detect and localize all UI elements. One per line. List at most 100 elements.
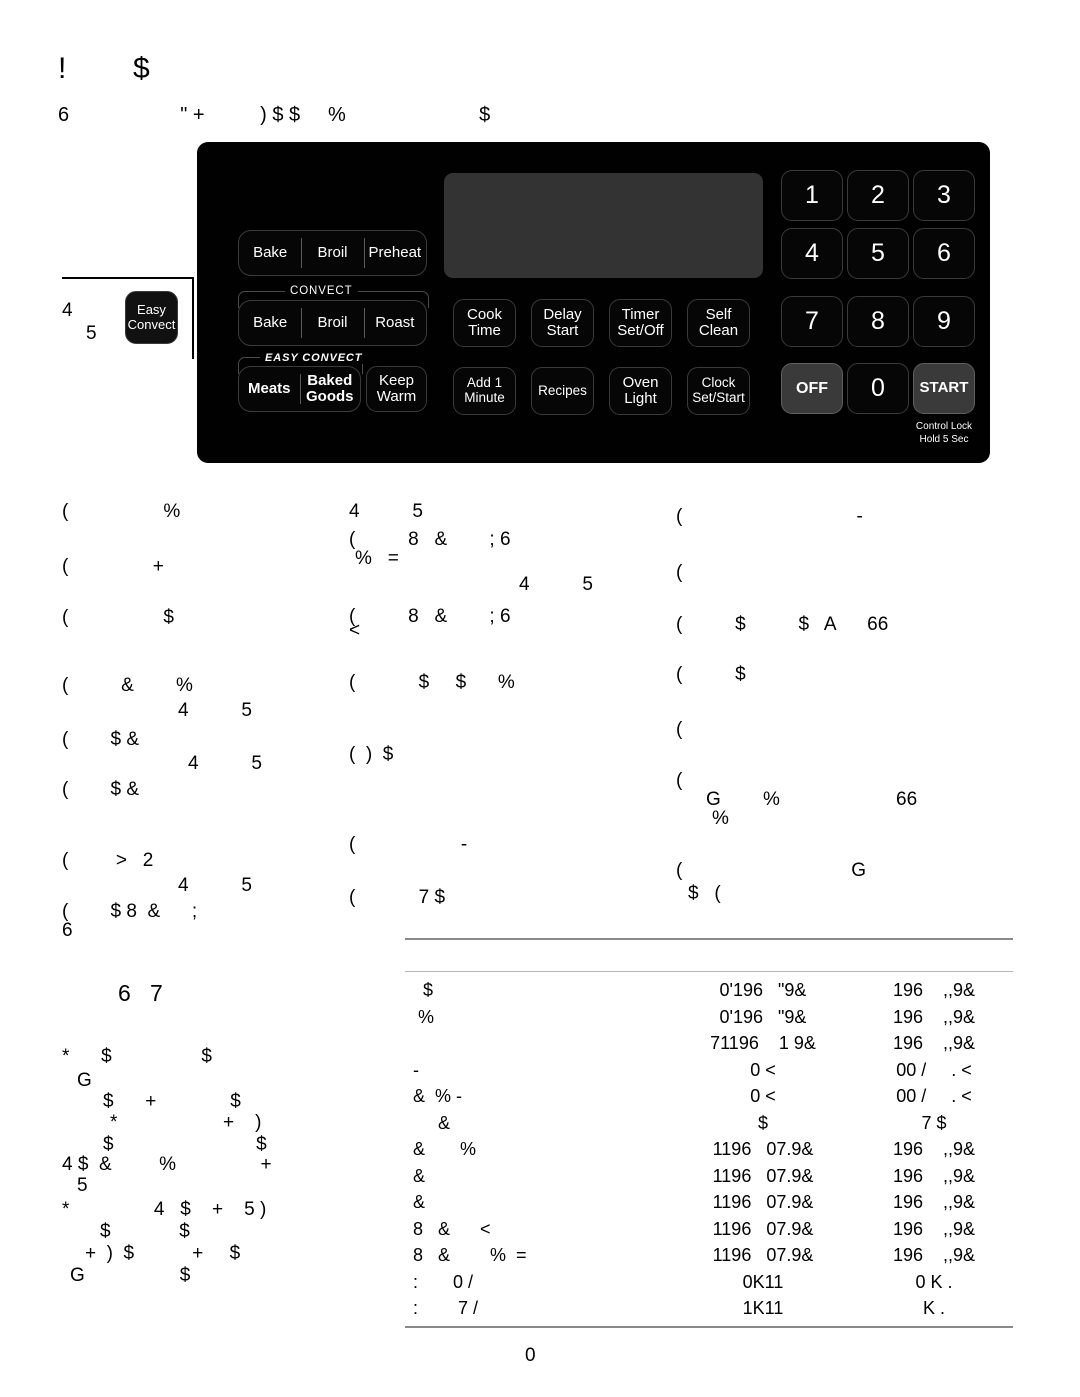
right-text-line-8: ( G [676,860,867,881]
left-text-line-2: ( $ [62,607,174,628]
middle-text-line-5: < [349,620,361,641]
keypad-1[interactable]: 1 [781,170,843,221]
table-cell-col1: : 7 / [413,1298,479,1318]
table-row: 8 & % = 1196 07.9& 196 ,,9& [405,1245,1013,1271]
add-1-minute-button[interactable]: Add 1 Minute [453,367,516,415]
left-text-line-11: 6 [62,920,73,941]
left-text-line-9: 4 5 [178,875,252,896]
middle-text-line-8: ( - [349,834,468,855]
keep-warm-button[interactable]: Keep Warm [366,366,427,412]
keypad-5[interactable]: 5 [847,228,909,279]
middle-text-line-9: ( 7 $ [349,887,446,908]
table-row: & % 1196 07.9& 196 ,,9& [405,1139,1013,1165]
table-row: $0'196 "9& 196 ,,9& [405,980,1013,1006]
clock-set-start-button[interactable]: Clock Set/Start [687,367,750,415]
table-cell-col3: 196 ,,9& [892,1139,976,1159]
keypad-2[interactable]: 2 [847,170,909,221]
broil-button[interactable]: Broil [301,231,363,275]
bottom-left-text-line-2: $ + $ [103,1091,241,1112]
control-lock-note: Control Lock Hold 5 Sec [915,421,973,445]
page-subtitle: 6 " + ) $ $ % $ [58,104,491,126]
table-cell-col2: 0'196 "9& [719,980,807,1000]
table-cell-col1: & [413,1192,426,1212]
right-text-line-1: ( [676,562,683,583]
right-text-line-2: ( $ $ A 66 [676,614,889,635]
callout-vertical-rule [192,277,194,359]
table-cell-col3: 196 ,,9& [892,1006,976,1027]
table-cell-col1: % [413,1006,435,1027]
left-text-line-6: 4 5 [188,753,262,774]
table-row: 71196 1 9& 196 ,,9& [405,1033,1013,1059]
table-cell-col1: - [413,1059,419,1080]
oven-light-button[interactable]: Oven Light [609,367,672,415]
bottom-left-text-line-7: * 4 $ + 5 ) [62,1199,267,1220]
table-cell-col2: 0K11 [742,1271,784,1292]
table-cell-col2: 1196 07.9& [712,1192,814,1212]
recipes-button[interactable]: Recipes [531,367,594,415]
middle-text-line-7: ( ) $ [349,744,394,765]
easy-convect-button[interactable]: Easy Convect [125,291,178,344]
table-cell-col1: & % [413,1139,477,1159]
table-cell-col1: $ [413,980,434,1000]
keypad-7[interactable]: 7 [781,296,843,347]
table-cell-col1: & % - [413,1086,463,1106]
timer-set-off-button[interactable]: Timer Set/Off [609,299,672,347]
left-text-line-3: ( & % [62,675,193,696]
keypad-4[interactable]: 4 [781,228,843,279]
bottom-left-text-line-5: 4 $ & % + [62,1154,272,1175]
bake-button[interactable]: Bake [239,231,301,275]
table-cell-col1: & [413,1112,451,1133]
table-cell-col1: 8 & < [413,1218,491,1239]
bottom-left-text-line-1: G [77,1070,92,1091]
table-cell-col2: 1196 07.9& [712,1139,814,1159]
table-row: & 1196 07.9& 196 ,,9& [405,1166,1013,1192]
bottom-left-text-line-3: * + ) [110,1112,262,1133]
keypad-8[interactable]: 8 [847,296,909,347]
display-screen [444,173,763,278]
middle-text-line-1: ( 8 & ; 6 [349,529,511,550]
table-cell-col3: 196 ,,9& [892,1192,976,1212]
table-row: & % - 0 < 00 / . < [405,1086,1013,1112]
table-cell-col3: 196 ,,9& [892,1033,976,1053]
keypad-6[interactable]: 6 [913,228,975,279]
start-button[interactable]: START [913,363,975,414]
table-cell-col3: 00 / . < [896,1059,972,1080]
left-text-line-8: ( > 2 [62,850,154,871]
table-row: & 1196 07.9& 196 ,,9& [405,1192,1013,1218]
keypad-9[interactable]: 9 [913,296,975,347]
bottom-left-text-line-6: 5 [77,1175,88,1196]
callout-marker-a: 4 [62,300,73,321]
table-cell-col3: 00 / . < [896,1086,972,1106]
table-cell-col1: & [413,1165,426,1186]
table-cell-col2: 1K11 [742,1298,784,1318]
right-text-line-6: G % 66 [706,789,918,810]
right-text-line-9: $ ( [688,883,721,904]
right-text-line-7: % [712,808,729,829]
convect-group-label: CONVECT [285,285,358,297]
left-text-line-10: ( $ 8 & ; [62,901,198,922]
oven-control-panel: Bake Broil Preheat CONVECT Bake Broil Ro… [197,142,990,463]
left-text-line-7: ( $ & [62,779,140,800]
callout-horizontal-rule [62,277,194,279]
off-button[interactable]: OFF [781,363,843,414]
left-text-line-5: ( $ & [62,729,140,750]
self-clean-button[interactable]: Self Clean [687,299,750,347]
table-cell-col3: 196 ,,9& [892,1165,976,1186]
bottom-left-text-line-0: * $ $ [62,1046,212,1067]
bottom-left-text-line-8: $ $ [100,1221,190,1242]
cook-time-button[interactable]: Cook Time [453,299,516,347]
table-cell-col1: : 0 / [413,1271,474,1292]
table-cell-col2: $ [757,1112,768,1133]
table-cell-col3: K . [922,1298,945,1318]
bottom-left-text-line-9: + ) $ + $ [85,1243,241,1264]
keypad-0[interactable]: 0 [847,363,909,414]
left-text-line-4: 4 5 [178,700,252,721]
delay-start-button[interactable]: Delay Start [531,299,594,347]
keypad-3[interactable]: 3 [913,170,975,221]
table-rule-bottom [405,1326,1013,1328]
oven-mode-group: Bake Broil Preheat [238,230,427,276]
left-text-line-0: ( % [62,501,181,522]
preheat-button[interactable]: Preheat [363,231,426,275]
table-row: - 0 < 00 / . < [405,1060,1013,1086]
right-text-line-4: ( [676,719,683,740]
